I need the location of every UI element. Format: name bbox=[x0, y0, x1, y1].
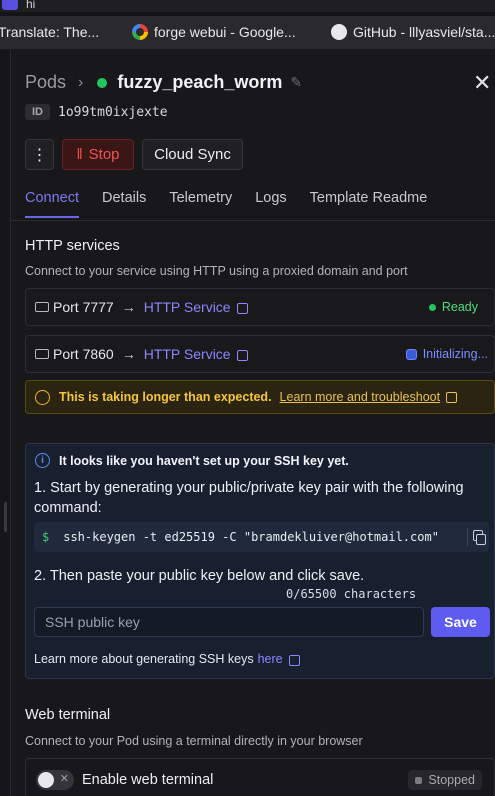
tab-divider bbox=[11, 220, 495, 221]
stop-label: Stop bbox=[88, 146, 120, 163]
resize-handle[interactable] bbox=[4, 502, 7, 532]
http-service-row: Port 7860 → HTTP Service Initializing... bbox=[25, 335, 495, 373]
toggle-off-icon: ✕ bbox=[59, 773, 69, 785]
id-badge: ID bbox=[25, 104, 50, 120]
background-page-edge bbox=[0, 50, 11, 796]
toggle-knob bbox=[38, 772, 54, 788]
ready-dot bbox=[428, 303, 436, 311]
ssh-key-setup-card: i It looks like you haven't set up your … bbox=[25, 443, 495, 679]
ssh-step-2: 2. Then paste your public key below and … bbox=[34, 568, 365, 584]
pod-detail-panel: Pods › fuzzy_peach_worm ✎ ✕ ID 1o99tm0ix… bbox=[11, 50, 495, 796]
browser-tab-title[interactable]: hi bbox=[26, 0, 35, 11]
tab-details[interactable]: Details bbox=[102, 190, 146, 218]
http-services-subtitle: Connect to your service using HTTP using… bbox=[25, 264, 408, 278]
command-text: ssh-keygen -t ed25519 -C "bramdekluiver@… bbox=[63, 530, 439, 544]
service-status-text: Ready bbox=[441, 300, 478, 314]
learn-more-text: Learn more about generating SSH keys bbox=[34, 652, 254, 666]
external-link-icon[interactable] bbox=[236, 349, 248, 361]
warning-text: This is taking longer than expected. bbox=[59, 390, 272, 404]
pod-name: fuzzy_peach_worm bbox=[117, 72, 283, 92]
pod-id-value[interactable]: 1o99tm0ixjexte bbox=[58, 105, 168, 120]
edit-pencil-icon[interactable]: ✎ bbox=[290, 74, 302, 91]
browser-tab-strip: hi bbox=[0, 0, 495, 12]
port-icon bbox=[35, 349, 49, 359]
google-icon bbox=[132, 24, 148, 40]
tab-logs[interactable]: Logs bbox=[255, 190, 286, 218]
pause-icon: ‖ bbox=[76, 146, 83, 163]
ssh-step-1: 1. Start by generating your public/priva… bbox=[34, 480, 464, 516]
ssh-notice: i It looks like you haven't set up your … bbox=[35, 453, 349, 468]
pod-id-row: ID 1o99tm0ixjexte bbox=[25, 104, 168, 120]
bookmark-github[interactable]: GitHub - lllyasviel/sta... bbox=[331, 24, 495, 40]
service-status: Initializing... bbox=[405, 347, 488, 361]
external-link-icon[interactable] bbox=[236, 302, 248, 314]
port-label: Port 7777 bbox=[53, 299, 114, 315]
external-link-icon[interactable] bbox=[446, 391, 458, 403]
character-counter: 0/65500 characters bbox=[286, 587, 417, 601]
ssh-keygen-command[interactable]: $ ssh-keygen -t ed25519 -C "bramdekluive… bbox=[34, 522, 489, 552]
http-services-title: HTTP services bbox=[25, 238, 120, 254]
slow-start-warning: This is taking longer than expected. Lea… bbox=[25, 380, 495, 414]
save-button[interactable]: Save bbox=[431, 607, 490, 637]
ssh-public-key-input[interactable] bbox=[34, 607, 424, 637]
service-status-text: Initializing... bbox=[422, 347, 488, 361]
ssh-notice-text: It looks like you haven't set up your SS… bbox=[59, 453, 349, 468]
http-service-row: Port 7777 → HTTP Service Ready bbox=[25, 288, 495, 326]
info-icon: i bbox=[35, 453, 50, 468]
close-icon[interactable]: ✕ bbox=[473, 70, 491, 96]
external-link-icon[interactable] bbox=[288, 654, 300, 666]
bookmark-label: Translate: The... bbox=[0, 24, 100, 40]
web-terminal-toggle[interactable]: ✕ bbox=[36, 770, 74, 790]
breadcrumb: Pods › fuzzy_peach_worm ✎ bbox=[25, 72, 302, 93]
troubleshoot-link[interactable]: Learn more and troubleshoot bbox=[280, 390, 441, 404]
web-terminal-subtitle: Connect to your Pod using a terminal dir… bbox=[25, 734, 363, 748]
clock-icon bbox=[35, 389, 50, 405]
http-service-link[interactable]: HTTP Service bbox=[144, 299, 231, 315]
bookmark-translate[interactable]: Translate: The... bbox=[0, 24, 99, 40]
bookmark-forge-webui[interactable]: forge webui - Google... bbox=[132, 24, 296, 40]
tab-bar: Connect Details Telemetry Logs Template … bbox=[25, 190, 450, 218]
bookmark-label: GitHub - lllyasviel/sta... bbox=[353, 24, 495, 40]
favicon-icon bbox=[2, 0, 18, 10]
initializing-icon bbox=[405, 348, 417, 360]
tab-telemetry[interactable]: Telemetry bbox=[169, 190, 232, 218]
web-terminal-row: ✕ Enable web terminal Stopped bbox=[25, 758, 495, 796]
web-terminal-title: Web terminal bbox=[25, 707, 111, 723]
running-status-dot bbox=[97, 77, 108, 88]
http-service-link[interactable]: HTTP Service bbox=[144, 346, 231, 362]
arrow-right-icon: → bbox=[121, 346, 136, 362]
kebab-menu-icon: ⋮ bbox=[31, 146, 48, 164]
stopped-dot bbox=[415, 776, 423, 784]
enable-web-terminal-label: Enable web terminal bbox=[82, 772, 214, 788]
action-buttons: ⋮ ‖ Stop Cloud Sync bbox=[25, 139, 243, 170]
learn-more-here-link[interactable]: here bbox=[258, 652, 283, 666]
cloud-sync-button[interactable]: Cloud Sync bbox=[142, 139, 243, 170]
terminal-status-text: Stopped bbox=[428, 773, 475, 787]
arrow-right-icon: → bbox=[121, 299, 136, 315]
github-icon bbox=[331, 24, 347, 40]
port-label: Port 7860 bbox=[53, 346, 114, 362]
service-status: Ready bbox=[428, 300, 478, 314]
copy-icon[interactable] bbox=[467, 528, 486, 546]
chevron-right-icon: › bbox=[78, 73, 84, 91]
terminal-status-badge: Stopped bbox=[408, 770, 482, 790]
bookmark-label: forge webui - Google... bbox=[154, 24, 296, 40]
stop-button[interactable]: ‖ Stop bbox=[62, 139, 134, 170]
tab-template-readme[interactable]: Template Readme bbox=[310, 190, 428, 218]
more-options-button[interactable]: ⋮ bbox=[25, 139, 54, 170]
tab-connect[interactable]: Connect bbox=[25, 190, 80, 218]
ssh-learn-more: Learn more about generating SSH keys her… bbox=[34, 652, 300, 666]
breadcrumb-pods-link[interactable]: Pods bbox=[25, 72, 66, 93]
port-icon bbox=[35, 302, 49, 312]
bookmarks-bar: Translate: The... forge webui - Google..… bbox=[0, 16, 495, 50]
shell-prompt: $ bbox=[42, 530, 50, 544]
